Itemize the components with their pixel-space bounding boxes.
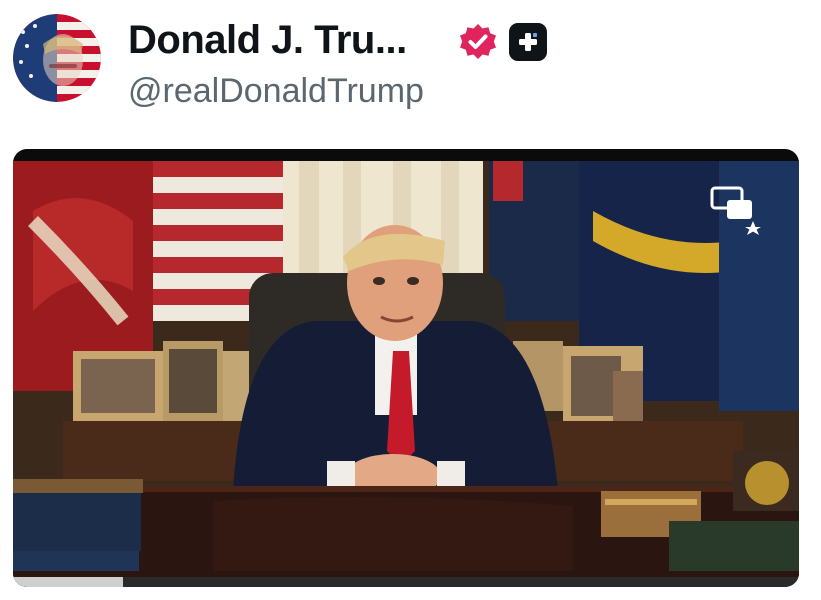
verified-badge-icon — [458, 22, 498, 62]
video-progress-track[interactable] — [13, 577, 799, 587]
user-handle[interactable]: @realDonaldTrump — [128, 70, 424, 112]
plus-icon — [519, 33, 537, 51]
flag-portrait-avatar — [13, 14, 101, 102]
picture-in-picture-button[interactable] — [710, 185, 756, 223]
video-progress-fill — [13, 577, 124, 587]
video-frame[interactable] — [13, 161, 799, 577]
display-name[interactable]: Donald J. Tru... — [128, 16, 407, 64]
avatar[interactable] — [13, 14, 101, 102]
video-player[interactable] — [13, 149, 799, 587]
post-card: Donald J. Tru... @realDonaldTrump — [0, 0, 821, 600]
picture-in-picture-icon — [710, 186, 752, 219]
plus-button[interactable] — [509, 23, 547, 61]
